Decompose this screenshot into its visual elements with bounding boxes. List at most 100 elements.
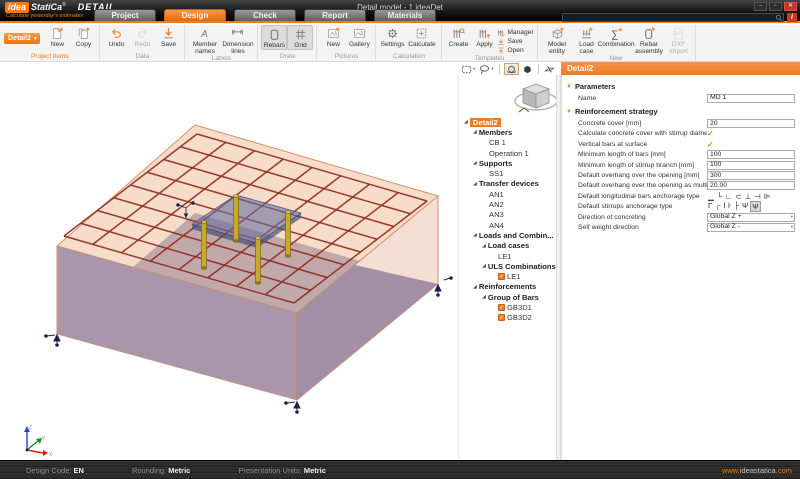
tree-item-le1[interactable]: LE1 [459,251,556,261]
lasso-select-button[interactable]: ▾ [478,63,494,75]
tree-expander-icon[interactable]: ◢ [482,294,486,300]
new-picture-button[interactable]: New [320,25,346,48]
orbit-button[interactable] [504,63,519,75]
tree-item-le1[interactable]: ✓LE1 [459,271,556,281]
anchorage-type-option-icon[interactable]: ∟ [724,192,733,201]
concrete-cover-input[interactable]: 20 [707,119,795,128]
tree-item-load-cases[interactable]: ◢Load cases [459,241,556,251]
tree-item-detail2[interactable]: ◢Detail2 [459,117,556,127]
info-button[interactable]: i [787,13,797,22]
dimension-lines-button[interactable]: Dimension lines [221,25,254,55]
load-case-button[interactable]: Load case [574,25,600,55]
clipping-plane-button[interactable] [543,63,556,75]
anchorage-type-option-icon[interactable]: ŀ [727,201,732,212]
tab-design[interactable]: Design [164,9,226,21]
template-manager-button[interactable]: Manager [497,28,533,37]
rebars-toggle-button[interactable]: Rebars [261,25,287,50]
minimize-button[interactable]: – [754,2,767,11]
gallery-button[interactable]: Gallery [346,25,372,48]
anchorage-type-option-icon[interactable]: Γ [707,201,713,212]
checkbox-checked-icon[interactable]: ✓ [498,273,505,280]
model-entity-button[interactable]: Model entity [541,25,574,55]
maximize-button[interactable]: ▫ [769,2,782,11]
tree-item-loads-and-combin[interactable]: ◢Loads and Combin... [459,230,556,240]
self-weight-direction-select[interactable]: Global Z -▾ [707,223,795,232]
anchorage-type-option-icon[interactable]: ⊥ [744,192,753,201]
save-button[interactable]: Save [155,25,181,48]
tree-item-members[interactable]: ◢Members [459,127,556,137]
redo-button[interactable]: Redo [129,25,155,48]
grid-toggle-button[interactable]: Grid [287,25,313,50]
anchorage-type-option-icon[interactable]: ▁ [707,192,715,201]
checkbox-checked-icon[interactable]: ✓ [498,304,505,311]
viewport-3d[interactable]: Z Y X [0,75,458,461]
zoom-window-button[interactable]: ▾ [460,63,476,75]
tab-check[interactable]: Check [234,9,296,21]
checkbox-checked-icon[interactable]: ✓ [498,314,505,321]
search-input[interactable] [563,14,775,22]
concreting-direction-select[interactable]: Global Z +▾ [707,213,795,222]
tree-expander-icon[interactable]: ◢ [473,232,477,238]
tree-item-operation-1[interactable]: Operation 1 [459,148,556,158]
website-link[interactable]: www.ideastatica.com [722,466,792,475]
tree-item-transfer-devices[interactable]: ◢Transfer devices [459,179,556,189]
undo-button[interactable]: Undo [103,25,129,48]
combination-button[interactable]: Combination [600,25,633,48]
create-template-button[interactable]: Create [445,25,471,48]
group-parameters[interactable]: ▼Parameters [566,80,795,93]
apply-template-button[interactable]: Apply [471,25,497,48]
tree-item-supports[interactable]: ◢Supports [459,158,556,168]
settings-button[interactable]: Settings [379,25,405,48]
tree-item-reinforcements[interactable]: ◢Reinforcements [459,282,556,292]
calculate-button[interactable]: Calculate [405,25,438,48]
tree-expander-icon[interactable]: ◢ [482,263,486,269]
tree-expander-icon[interactable]: ◢ [473,129,477,135]
anchorage-type-option-icon[interactable]: Ψ [750,201,760,212]
template-save-button[interactable]: Save [497,37,533,46]
anchorage-type-option-icon[interactable]: ſ [722,201,726,212]
tab-report[interactable]: Report [304,9,366,21]
longitudinal-anchorage-type-selector[interactable]: ▁└∟⊂⊥⊣⊫ [707,192,771,201]
tab-project[interactable]: Project [94,9,156,21]
rebar-assembly-button[interactable]: Rebar assembly [633,25,666,55]
copy-button[interactable]: Copy [70,25,96,48]
member-names-button[interactable]: Member names [188,25,221,55]
tree-item-gb3d1[interactable]: ✓GB3D1 [459,302,556,312]
anchorage-type-option-icon[interactable]: └ [716,192,723,201]
checkmark-icon[interactable]: ✓ [707,140,714,149]
tree-item-ss1[interactable]: SS1 [459,168,556,178]
anchorage-type-option-icon[interactable]: Ψ [741,201,749,212]
dxf-import-button[interactable]: DXF Import [666,25,692,55]
tree-expander-icon[interactable]: ◢ [482,243,486,249]
project-item-selector[interactable]: Detail2▾ [4,33,40,44]
min-length-bars-input[interactable]: 100 [707,150,795,159]
overhang-mm-input[interactable]: 300 [707,171,795,180]
template-open-button[interactable]: Open [497,46,533,55]
stirrup-anchorage-type-selector[interactable]: Γ┌ſŀ├ΨΨ [707,201,761,212]
overhang-diameter-input[interactable]: 20.00 [707,181,795,190]
shaded-view-button[interactable] [521,63,534,75]
tab-materials[interactable]: Materials [374,9,436,21]
min-length-stirrup-input[interactable]: 100 [707,161,795,170]
anchorage-type-option-icon[interactable]: ⊂ [734,192,742,201]
anchorage-type-option-icon[interactable]: ├ [733,201,740,212]
tree-item-an2[interactable]: AN2 [459,199,556,209]
anchorage-type-option-icon[interactable]: ┌ [714,201,721,212]
group-reinforcement-strategy[interactable]: ▼Reinforcement strategy [566,105,795,118]
tree-item-an4[interactable]: AN4 [459,220,556,230]
anchorage-type-option-icon[interactable]: ⊫ [763,192,772,201]
tree-item-an3[interactable]: AN3 [459,210,556,220]
tree-expander-icon[interactable]: ◢ [473,160,477,166]
tree-expander-icon[interactable]: ◢ [464,119,468,125]
tree-item-an1[interactable]: AN1 [459,189,556,199]
close-button[interactable]: ✕ [784,2,797,11]
view-cube[interactable] [512,78,560,116]
search-box[interactable] [562,13,784,22]
tree-item-gb3d2[interactable]: ✓GB3D2 [459,313,556,323]
tree-item-cb-1[interactable]: CB 1 [459,138,556,148]
tree-item-uls-combinations[interactable]: ◢ULS Combinations [459,261,556,271]
checkmark-icon[interactable]: ✓ [707,129,714,138]
name-input[interactable]: MD 1 [707,94,795,103]
new-project-item-button[interactable]: New [44,25,70,48]
tree-item-group-of-bars[interactable]: ◢Group of Bars [459,292,556,302]
